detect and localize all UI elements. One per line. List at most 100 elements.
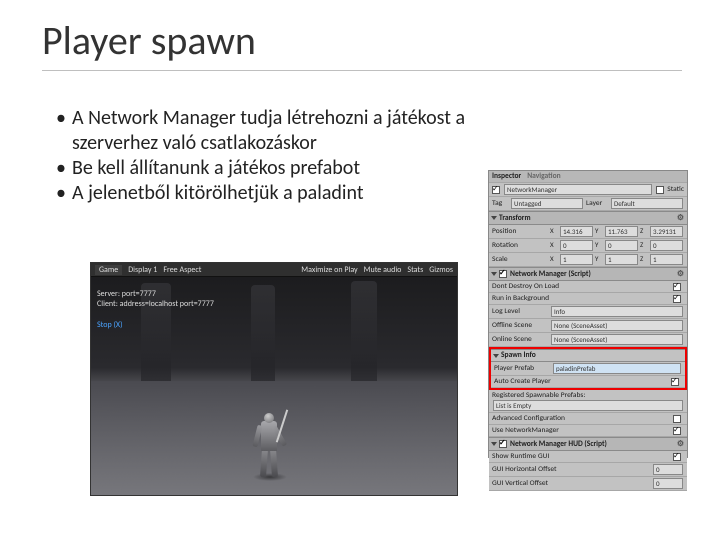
rotation-row: Rotation X0 Y0 Z0 [489, 239, 687, 253]
stop-button-label[interactable]: Stop (X) [97, 320, 214, 330]
object-enabled-checkbox[interactable] [492, 186, 500, 194]
hud-header[interactable]: Network Manager HUD (Script) ⚙ [489, 437, 687, 451]
static-checkbox[interactable] [656, 186, 664, 194]
run-background-label: Run in Background [492, 294, 673, 303]
bullet-dot: • [56, 181, 72, 206]
gear-icon[interactable]: ⚙ [677, 439, 684, 449]
scl-x[interactable]: 1 [560, 254, 593, 265]
paladin-character [251, 403, 287, 483]
pos-z[interactable]: 3.29131 [650, 226, 683, 237]
foldout-icon [493, 354, 499, 358]
layer-dropdown[interactable]: Default [611, 198, 683, 209]
gear-icon[interactable]: ⚙ [677, 269, 684, 279]
pos-x[interactable]: 14.316 [560, 226, 593, 237]
component-enabled-checkbox[interactable] [499, 270, 507, 278]
tag-label: Tag [492, 199, 510, 208]
foldout-icon [491, 442, 497, 446]
advanced-config-label: Advanced Configuration [492, 414, 673, 423]
gui-offset-x-label: GUI Horizontal Offset [492, 465, 652, 474]
network-status-text: Server: port=7777 Client: address=localh… [97, 289, 214, 330]
network-manager-header[interactable]: Network Manager (Script) ⚙ [489, 267, 687, 281]
registered-prefabs-label: Registered Spawnable Prefabs: [492, 391, 684, 400]
bullet-item: • A jelenetből kitörölhetjük a paladint [56, 181, 486, 206]
rot-x[interactable]: 0 [560, 240, 593, 251]
scl-y[interactable]: 1 [605, 254, 638, 265]
bullet-list: • A Network Manager tudja létrehozni a j… [56, 106, 486, 206]
rotation-label: Rotation [492, 241, 550, 250]
object-name-field[interactable]: NetworkManager [504, 184, 652, 195]
bullet-dot: • [56, 156, 72, 181]
mute-toggle[interactable]: Mute audio [364, 265, 402, 275]
log-level-dropdown[interactable]: Info [551, 306, 683, 317]
spawn-info-highlight: Spawn Info Player PrefabpaladinPrefab Au… [489, 347, 687, 390]
gui-offset-y-field[interactable]: 0 [653, 478, 683, 489]
layer-label: Layer [586, 199, 610, 208]
dont-destroy-checkbox[interactable] [673, 283, 681, 291]
transform-title: Transform [499, 214, 531, 223]
slide-title: Player spawn [42, 16, 256, 65]
online-scene-field[interactable]: None (SceneAsset) [551, 334, 683, 345]
player-prefab-field[interactable]: paladinPrefab [553, 363, 681, 374]
gui-offset-y-label: GUI Vertical Offset [492, 479, 652, 488]
registered-prefabs-list[interactable]: List is Empty [493, 400, 683, 411]
offline-scene-field[interactable]: None (SceneAsset) [551, 320, 683, 331]
bullet-item: • A Network Manager tudja létrehozni a j… [56, 106, 486, 156]
bullet-text: Be kell állítanunk a játékos prefabot [72, 156, 360, 181]
show-gui-checkbox[interactable] [673, 453, 681, 461]
tag-dropdown[interactable]: Untagged [511, 198, 583, 209]
object-header: NetworkManager Static [489, 183, 687, 197]
maximize-toggle[interactable]: Maximize on Play [301, 265, 357, 275]
client-status-line: Client: address=localhost port=7777 [97, 299, 214, 309]
server-status-line: Server: port=7777 [97, 289, 214, 299]
auto-create-label: Auto Create Player [494, 377, 671, 386]
position-label: Position [492, 227, 550, 236]
game-tab[interactable]: Game [95, 265, 122, 275]
rot-z[interactable]: 0 [650, 240, 683, 251]
dont-destroy-label: Dont Destroy On Load [492, 282, 673, 291]
rot-y[interactable]: 0 [605, 240, 638, 251]
scale-label: Scale [492, 255, 550, 264]
tab-inspector[interactable]: Inspector [492, 172, 521, 181]
use-networkmanager-checkbox[interactable] [673, 427, 681, 435]
component-enabled-checkbox[interactable] [499, 440, 507, 448]
tag-layer-row: Tag Untagged Layer Default [489, 197, 687, 211]
foldout-icon [491, 272, 497, 276]
bullet-item: • Be kell állítanunk a játékos prefabot [56, 156, 486, 181]
spawn-info-label: Spawn Info [501, 351, 536, 360]
background-pillar [351, 281, 377, 389]
scale-row: Scale X1 Y1 Z1 [489, 253, 687, 267]
offline-scene-label: Offline Scene [492, 321, 550, 330]
gui-offset-x-field[interactable]: 0 [653, 464, 683, 475]
use-networkmanager-label: Use NetworkManager [492, 426, 673, 435]
log-level-label: Log Level [492, 307, 550, 316]
display-dropdown[interactable]: Display 1 [128, 265, 157, 275]
inspector-panel: Inspector Navigation NetworkManager Stat… [488, 170, 688, 458]
title-divider [42, 70, 682, 71]
pos-y[interactable]: 11.763 [605, 226, 638, 237]
scl-z[interactable]: 1 [650, 254, 683, 265]
player-prefab-label: Player Prefab [494, 364, 552, 373]
spawn-info-header[interactable]: Spawn Info [491, 349, 685, 362]
position-row: Position X14.316 Y11.763 Z3.29131 [489, 225, 687, 239]
foldout-icon [491, 216, 497, 220]
gear-icon[interactable]: ⚙ [677, 213, 684, 223]
network-manager-title: Network Manager (Script) [510, 270, 591, 279]
background-pillar [251, 285, 275, 385]
gizmos-toggle[interactable]: Gizmos [429, 265, 453, 275]
auto-create-checkbox[interactable] [671, 378, 679, 386]
game-toolbar: Game Display 1 Free Aspect Maximize on P… [91, 263, 457, 277]
run-background-checkbox[interactable] [673, 295, 681, 303]
transform-header[interactable]: Transform ⚙ [489, 211, 687, 225]
bullet-text: A Network Manager tudja létrehozni a ját… [72, 106, 486, 156]
advanced-config-checkbox[interactable] [673, 415, 681, 423]
bullet-dot: • [56, 106, 72, 156]
online-scene-label: Online Scene [492, 335, 550, 344]
show-gui-label: Show Runtime GUI [492, 452, 673, 461]
aspect-dropdown[interactable]: Free Aspect [163, 265, 201, 275]
tab-navigation[interactable]: Navigation [527, 172, 560, 181]
game-view: Game Display 1 Free Aspect Maximize on P… [90, 262, 458, 496]
static-label: Static [667, 185, 684, 194]
inspector-tabs: Inspector Navigation [489, 171, 687, 183]
bullet-text: A jelenetből kitörölhetjük a paladint [72, 181, 364, 206]
stats-toggle[interactable]: Stats [407, 265, 423, 275]
